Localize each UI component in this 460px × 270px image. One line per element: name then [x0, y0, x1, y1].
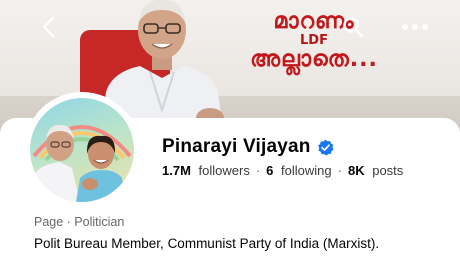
cover-slogan-line-1: മാറണം [273, 9, 355, 34]
followers-count: 1.7M [162, 163, 191, 178]
profile-stats: 1.7M followers · 6 following · 8K posts [162, 163, 403, 178]
following-label: following [281, 163, 332, 178]
profile-name-row: Pinarayi Vijayan [162, 134, 334, 160]
more-options-button[interactable] [398, 12, 432, 42]
following-count: 6 [266, 163, 274, 178]
cover-slogan-line-2: LDF [300, 33, 328, 49]
followers-label: followers [198, 163, 250, 178]
profile-bio: Polit Bureau Member, Communist Party of … [34, 236, 380, 251]
avatar-image [30, 124, 132, 202]
posts-stat[interactable]: 8K posts [348, 163, 403, 178]
back-button[interactable] [34, 12, 64, 42]
posts-count: 8K [347, 163, 365, 178]
page-category: Page · Politician [34, 215, 125, 229]
cover-slogan-line-3: അല്ലാതെ... [250, 47, 378, 73]
followers-stat[interactable]: 1.7M followers [162, 163, 250, 178]
cover-slogan: മാറണം LDF അല്ലാതെ... [234, 9, 394, 90]
following-stat[interactable]: 6 following [266, 163, 331, 178]
profile-name: Pinarayi Vijayan [162, 136, 311, 157]
more-horizontal-icon [402, 24, 428, 30]
chevron-left-icon [42, 16, 55, 38]
stats-separator: · [337, 163, 342, 178]
posts-label: posts [372, 163, 404, 178]
search-button[interactable] [338, 12, 368, 42]
search-icon [343, 17, 364, 38]
stats-separator: · [255, 163, 261, 178]
profile-page: മാറണം LDF അല്ലാതെ... Pinarayi Vijayan 1.… [0, 0, 460, 270]
profile-avatar[interactable] [30, 98, 134, 202]
verified-badge-icon [317, 139, 334, 155]
